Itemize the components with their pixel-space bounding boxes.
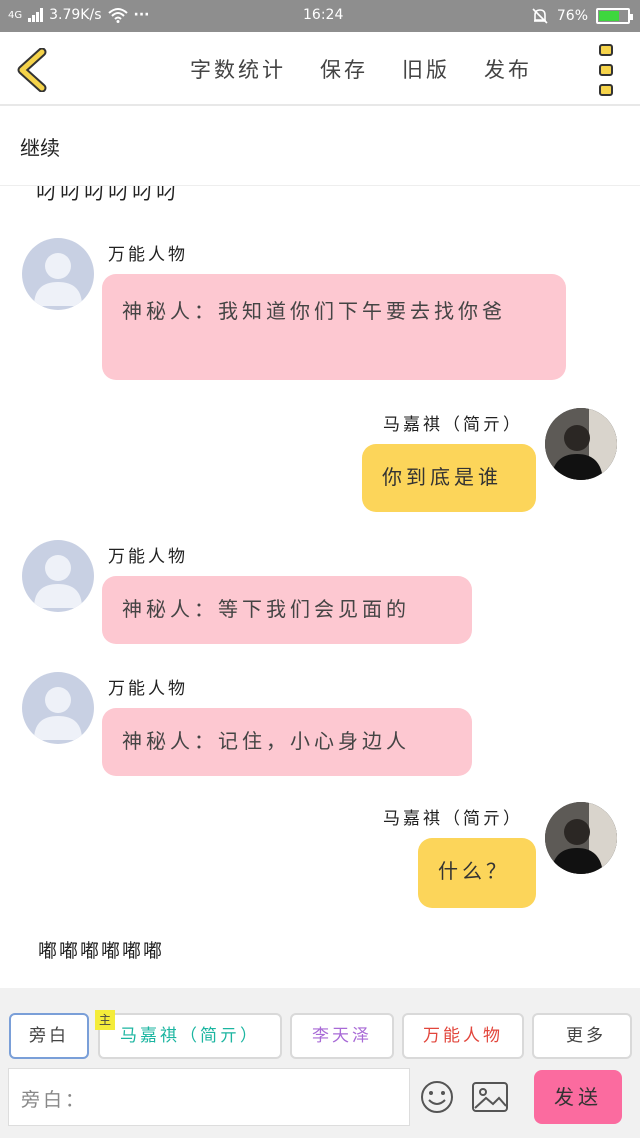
role-tab-majiaqi[interactable]: 马嘉祺（简亓）	[98, 1013, 282, 1059]
emoji-icon[interactable]	[420, 1080, 454, 1114]
continue-row[interactable]: 继续	[0, 108, 640, 186]
main-role-badge: 主	[95, 1010, 115, 1030]
message-bubble[interactable]: 你到底是谁	[362, 444, 536, 512]
back-chevron-icon[interactable]	[14, 48, 54, 92]
composer-panel: 旁白 马嘉祺（简亓） 主 李天泽 万能人物 更多 旁白： 发送	[0, 988, 640, 1138]
signal-icon	[28, 8, 44, 22]
role-tab-wanneng[interactable]: 万能人物	[402, 1013, 524, 1059]
send-button[interactable]: 发送	[534, 1070, 622, 1124]
avatar[interactable]	[22, 540, 94, 612]
narration-text: 嘟嘟嘟嘟嘟嘟	[38, 940, 165, 962]
avatar[interactable]	[545, 408, 617, 480]
role-tab-litianze[interactable]: 李天泽	[290, 1013, 394, 1059]
role-tab-narrator[interactable]: 旁白	[9, 1013, 89, 1059]
status-bar: 4G 3.79K/s ··· 16:24 76%	[0, 0, 640, 32]
message-input[interactable]: 旁白：	[8, 1068, 410, 1126]
top-toolbar: 字数统计 保存 旧版 发布	[0, 32, 640, 106]
sender-name: 马嘉祺（简亓）	[383, 415, 523, 435]
default-avatar-icon	[34, 687, 82, 740]
clock: 16:24	[303, 7, 344, 23]
battery-icon	[596, 8, 633, 24]
sender-name: 马嘉祺（简亓）	[383, 809, 523, 829]
continue-label: 继续	[20, 136, 60, 160]
avatar[interactable]	[22, 238, 94, 310]
default-avatar-icon	[34, 253, 82, 306]
avatar[interactable]	[545, 802, 617, 874]
message-bubble[interactable]: 神秘人：我知道你们下午要去找你爸	[102, 274, 566, 380]
message-bubble[interactable]: 神秘人：记住，小心身边人	[102, 708, 472, 776]
chat-area[interactable]: 叼叼叼叼叼叼 万能人物 神秘人：我知道你们下午要去找你爸 马嘉祺（简亓） 你到底…	[0, 186, 640, 988]
sender-name: 万能人物	[108, 679, 188, 699]
image-icon[interactable]	[472, 1082, 508, 1112]
sender-name: 万能人物	[108, 547, 188, 567]
sender-name: 万能人物	[108, 245, 188, 265]
partial-text: 叼叼叼叼叼叼	[36, 186, 180, 204]
avatar[interactable]	[22, 672, 94, 744]
speed-label: 3.79K/s	[49, 7, 102, 23]
message-bubble[interactable]: 什么？	[418, 838, 536, 908]
user-photo-icon	[545, 802, 617, 874]
role-tab-more[interactable]: 更多	[532, 1013, 632, 1059]
battery-percent: 76%	[556, 8, 588, 24]
message-bubble[interactable]: 神秘人：等下我们会见面的	[102, 576, 472, 644]
old-version-button[interactable]: 旧版	[402, 54, 450, 84]
bell-muted-icon	[532, 8, 548, 24]
save-button[interactable]: 保存	[320, 54, 368, 84]
default-avatar-icon	[34, 555, 82, 608]
user-photo-icon	[545, 408, 617, 480]
word-count-button[interactable]: 字数统计	[190, 54, 286, 84]
toolbar-actions: 字数统计 保存 旧版 发布	[190, 54, 532, 84]
network-label: 4G	[8, 9, 23, 21]
menu-icon[interactable]	[597, 44, 615, 96]
publish-button[interactable]: 发布	[484, 54, 532, 84]
wifi-icon	[107, 8, 128, 23]
more-dots: ···	[133, 7, 150, 23]
